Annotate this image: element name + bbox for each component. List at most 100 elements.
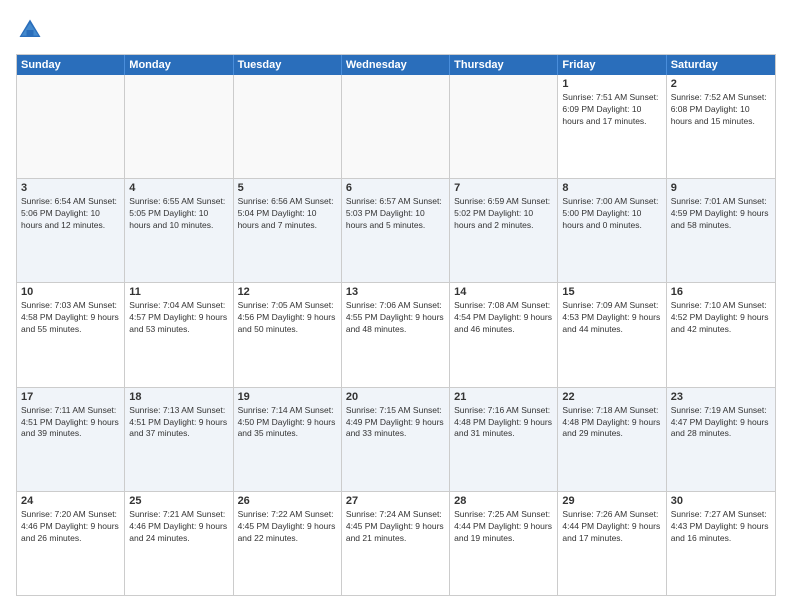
calendar-cell-14: 14 Sunrise: 7:08 AM Sunset: 4:54 PM Dayli… <box>450 283 558 386</box>
day-info: Sunrise: 7:27 AM Sunset: 4:43 PM Dayligh… <box>671 509 771 545</box>
day-info: Sunrise: 7:22 AM Sunset: 4:45 PM Dayligh… <box>238 509 337 545</box>
calendar-cell-27: 27 Sunrise: 7:24 AM Sunset: 4:45 PM Dayli… <box>342 492 450 595</box>
calendar-cell-29: 29 Sunrise: 7:26 AM Sunset: 4:44 PM Dayli… <box>558 492 666 595</box>
day-number: 12 <box>238 286 337 298</box>
day-info: Sunrise: 7:10 AM Sunset: 4:52 PM Dayligh… <box>671 300 771 336</box>
calendar-row-0: 1Sunrise: 7:51 AM Sunset: 6:09 PM Daylig… <box>17 75 775 179</box>
day-info: Sunrise: 7:03 AM Sunset: 4:58 PM Dayligh… <box>21 300 120 336</box>
header-day-thursday: Thursday <box>450 55 558 75</box>
calendar-cell-18: 18 Sunrise: 7:13 AM Sunset: 4:51 PM Dayli… <box>125 388 233 491</box>
day-number: 13 <box>346 286 445 298</box>
calendar-cell-12: 12 Sunrise: 7:05 AM Sunset: 4:56 PM Dayli… <box>234 283 342 386</box>
day-number: 23 <box>671 391 771 403</box>
day-info: Sunrise: 7:01 AM Sunset: 4:59 PM Dayligh… <box>671 196 771 232</box>
header-day-friday: Friday <box>558 55 666 75</box>
day-number: 4 <box>129 182 228 194</box>
day-info: Sunrise: 7:25 AM Sunset: 4:44 PM Dayligh… <box>454 509 553 545</box>
day-number: 22 <box>562 391 661 403</box>
day-info: Sunrise: 7:15 AM Sunset: 4:49 PM Dayligh… <box>346 405 445 441</box>
day-number: 10 <box>21 286 120 298</box>
day-info: Sunrise: 7:11 AM Sunset: 4:51 PM Dayligh… <box>21 405 120 441</box>
day-number: 7 <box>454 182 553 194</box>
calendar-cell-13: 13 Sunrise: 7:06 AM Sunset: 4:55 PM Dayli… <box>342 283 450 386</box>
calendar-header: SundayMondayTuesdayWednesdayThursdayFrid… <box>17 55 775 75</box>
day-info: Sunrise: 6:56 AM Sunset: 5:04 PM Dayligh… <box>238 196 337 232</box>
day-info: Sunrise: 6:57 AM Sunset: 5:03 PM Dayligh… <box>346 196 445 232</box>
day-number: 5 <box>238 182 337 194</box>
header-day-saturday: Saturday <box>667 55 775 75</box>
day-number: 16 <box>671 286 771 298</box>
day-number: 27 <box>346 495 445 507</box>
header-day-sunday: Sunday <box>17 55 125 75</box>
header-day-wednesday: Wednesday <box>342 55 450 75</box>
calendar-row-2: 10 Sunrise: 7:03 AM Sunset: 4:58 PM Dayli… <box>17 283 775 387</box>
day-info: Sunrise: 7:26 AM Sunset: 4:44 PM Dayligh… <box>562 509 661 545</box>
day-number: 28 <box>454 495 553 507</box>
calendar-cell-26: 26 Sunrise: 7:22 AM Sunset: 4:45 PM Dayli… <box>234 492 342 595</box>
calendar-cell-empty-0-4 <box>450 75 558 178</box>
day-number: 24 <box>21 495 120 507</box>
calendar-body: 1Sunrise: 7:51 AM Sunset: 6:09 PM Daylig… <box>17 75 775 595</box>
day-number: 25 <box>129 495 228 507</box>
calendar-cell-19: 19 Sunrise: 7:14 AM Sunset: 4:50 PM Dayli… <box>234 388 342 491</box>
day-info: Sunrise: 7:13 AM Sunset: 4:51 PM Dayligh… <box>129 405 228 441</box>
logo-icon <box>16 16 44 44</box>
calendar-row-1: 3 Sunrise: 6:54 AM Sunset: 5:06 PM Daylig… <box>17 179 775 283</box>
calendar-cell-28: 28 Sunrise: 7:25 AM Sunset: 4:44 PM Dayli… <box>450 492 558 595</box>
day-number: 3 <box>21 182 120 194</box>
day-number: 14 <box>454 286 553 298</box>
day-number: 15 <box>562 286 661 298</box>
calendar-cell-22: 22 Sunrise: 7:18 AM Sunset: 4:48 PM Dayli… <box>558 388 666 491</box>
day-info: Sunrise: 7:20 AM Sunset: 4:46 PM Dayligh… <box>21 509 120 545</box>
day-info: Sunrise: 7:52 AM Sunset: 6:08 PM Dayligh… <box>671 92 771 128</box>
day-info: Sunrise: 7:18 AM Sunset: 4:48 PM Dayligh… <box>562 405 661 441</box>
day-info: Sunrise: 7:06 AM Sunset: 4:55 PM Dayligh… <box>346 300 445 336</box>
day-info: Sunrise: 7:09 AM Sunset: 4:53 PM Dayligh… <box>562 300 661 336</box>
calendar-cell-empty-0-2 <box>234 75 342 178</box>
day-number: 11 <box>129 286 228 298</box>
calendar-cell-9: 9Sunrise: 7:01 AM Sunset: 4:59 PM Daylig… <box>667 179 775 282</box>
day-info: Sunrise: 7:08 AM Sunset: 4:54 PM Dayligh… <box>454 300 553 336</box>
day-info: Sunrise: 7:24 AM Sunset: 4:45 PM Dayligh… <box>346 509 445 545</box>
calendar-cell-8: 8 Sunrise: 7:00 AM Sunset: 5:00 PM Daylig… <box>558 179 666 282</box>
calendar-cell-5: 5 Sunrise: 6:56 AM Sunset: 5:04 PM Daylig… <box>234 179 342 282</box>
day-info: Sunrise: 7:19 AM Sunset: 4:47 PM Dayligh… <box>671 405 771 441</box>
day-number: 17 <box>21 391 120 403</box>
day-info: Sunrise: 7:00 AM Sunset: 5:00 PM Dayligh… <box>562 196 661 232</box>
day-number: 18 <box>129 391 228 403</box>
calendar-cell-24: 24 Sunrise: 7:20 AM Sunset: 4:46 PM Dayli… <box>17 492 125 595</box>
day-info: Sunrise: 7:21 AM Sunset: 4:46 PM Dayligh… <box>129 509 228 545</box>
day-number: 21 <box>454 391 553 403</box>
page-header <box>16 16 776 44</box>
calendar-cell-23: 23 Sunrise: 7:19 AM Sunset: 4:47 PM Dayli… <box>667 388 775 491</box>
calendar-row-3: 17 Sunrise: 7:11 AM Sunset: 4:51 PM Dayli… <box>17 388 775 492</box>
day-number: 19 <box>238 391 337 403</box>
calendar-cell-25: 25 Sunrise: 7:21 AM Sunset: 4:46 PM Dayli… <box>125 492 233 595</box>
calendar-cell-2: 2Sunrise: 7:52 AM Sunset: 6:08 PM Daylig… <box>667 75 775 178</box>
day-number: 1 <box>562 78 661 90</box>
calendar-cell-6: 6 Sunrise: 6:57 AM Sunset: 5:03 PM Daylig… <box>342 179 450 282</box>
calendar-cell-empty-0-0 <box>17 75 125 178</box>
calendar-cell-10: 10 Sunrise: 7:03 AM Sunset: 4:58 PM Dayli… <box>17 283 125 386</box>
day-number: 26 <box>238 495 337 507</box>
calendar-cell-3: 3 Sunrise: 6:54 AM Sunset: 5:06 PM Daylig… <box>17 179 125 282</box>
calendar-cell-30: 30Sunrise: 7:27 AM Sunset: 4:43 PM Dayli… <box>667 492 775 595</box>
calendar-page: SundayMondayTuesdayWednesdayThursdayFrid… <box>0 0 792 612</box>
calendar-cell-17: 17 Sunrise: 7:11 AM Sunset: 4:51 PM Dayli… <box>17 388 125 491</box>
day-number: 6 <box>346 182 445 194</box>
calendar-cell-4: 4Sunrise: 6:55 AM Sunset: 5:05 PM Daylig… <box>125 179 233 282</box>
day-info: Sunrise: 7:05 AM Sunset: 4:56 PM Dayligh… <box>238 300 337 336</box>
day-number: 29 <box>562 495 661 507</box>
calendar-cell-11: 11 Sunrise: 7:04 AM Sunset: 4:57 PM Dayli… <box>125 283 233 386</box>
calendar-cell-20: 20Sunrise: 7:15 AM Sunset: 4:49 PM Dayli… <box>342 388 450 491</box>
logo <box>16 16 48 44</box>
day-number: 8 <box>562 182 661 194</box>
calendar-cell-7: 7Sunrise: 6:59 AM Sunset: 5:02 PM Daylig… <box>450 179 558 282</box>
calendar-grid: SundayMondayTuesdayWednesdayThursdayFrid… <box>16 54 776 596</box>
day-info: Sunrise: 7:04 AM Sunset: 4:57 PM Dayligh… <box>129 300 228 336</box>
calendar-cell-empty-0-1 <box>125 75 233 178</box>
header-day-tuesday: Tuesday <box>234 55 342 75</box>
calendar-cell-1: 1Sunrise: 7:51 AM Sunset: 6:09 PM Daylig… <box>558 75 666 178</box>
day-info: Sunrise: 7:14 AM Sunset: 4:50 PM Dayligh… <box>238 405 337 441</box>
day-info: Sunrise: 6:54 AM Sunset: 5:06 PM Dayligh… <box>21 196 120 232</box>
